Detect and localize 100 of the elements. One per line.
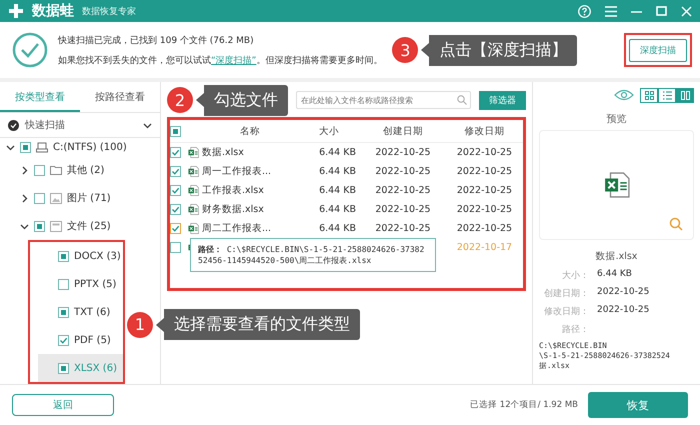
- callout: 勾选文件: [196, 84, 288, 116]
- tree-item[interactable]: C:(NTFS) (100): [0, 138, 160, 156]
- checkbox[interactable]: [58, 334, 69, 346]
- deep-scan-link[interactable]: “深度扫描”: [211, 56, 256, 66]
- detail-value: 6.44 KB: [597, 269, 633, 281]
- checkbox[interactable]: [170, 147, 181, 158]
- menu-icon[interactable]: [605, 6, 617, 16]
- step-number-badge: 3: [392, 37, 418, 63]
- help-icon[interactable]: [578, 4, 591, 18]
- checkbox[interactable]: [58, 250, 69, 262]
- detail-label: 创建日期：: [543, 288, 589, 300]
- checkbox[interactable]: [34, 164, 45, 176]
- file-size: 6.44 KB: [318, 223, 357, 234]
- checkbox[interactable]: [58, 306, 69, 318]
- spreadsheet-icon: [188, 204, 199, 215]
- checkbox[interactable]: [34, 220, 45, 232]
- tree-item[interactable]: TXT (6): [38, 298, 123, 326]
- detail-icon: [680, 90, 690, 100]
- file-size: 6.44 KB: [318, 185, 357, 196]
- file-name: 数据.xlsx: [202, 146, 245, 159]
- column-header[interactable]: 修改日期: [446, 124, 523, 138]
- app-name: 数据蛙: [32, 2, 74, 20]
- zoom-icon[interactable]: [669, 217, 683, 231]
- modified-date: 2022-10-25: [456, 147, 514, 158]
- check-circle-icon: [8, 120, 19, 130]
- drive-icon: [36, 142, 48, 152]
- tree-item[interactable]: 图片 (71): [14, 184, 160, 212]
- deep-scan-button[interactable]: 深度扫描: [629, 39, 687, 62]
- step-number-badge: 1: [127, 312, 153, 338]
- chevron-down-icon: [143, 120, 152, 130]
- checkbox[interactable]: [170, 126, 181, 136]
- detail-label: 路径：: [561, 324, 589, 336]
- modified-date: 2022-10-25: [456, 185, 514, 196]
- selection-summary: 已选择 12个项目/ 1.92 MB: [470, 399, 578, 411]
- checkbox[interactable]: [58, 362, 69, 374]
- spreadsheet-icon: [188, 185, 199, 196]
- image-icon: [50, 192, 62, 204]
- close-icon[interactable]: [681, 6, 692, 16]
- file-name: 周二工作报表...: [202, 222, 272, 235]
- callout: 选择需要查看的文件类型: [156, 309, 360, 340]
- detail-label: 大小：: [561, 270, 589, 282]
- scan-result-text: 快速扫描已完成，已找到 109 个文件 (76.2 MB): [58, 34, 255, 46]
- spreadsheet-icon: [188, 147, 199, 158]
- view-tab[interactable]: 按路径查看: [80, 82, 160, 112]
- scan-hint-text: 如果您找不到丢失的文件，您可以试试“深度扫描”。但深度扫描将需要更多时间。: [58, 54, 382, 66]
- list-view-button[interactable]: [658, 88, 676, 102]
- list-icon: [662, 90, 672, 100]
- grid-view-button[interactable]: [640, 88, 658, 102]
- scan-mode-dropdown[interactable]: 快速扫描: [0, 113, 160, 138]
- checkbox[interactable]: [34, 192, 45, 204]
- search-field[interactable]: 在此处输入文件名称或路径搜索: [296, 91, 471, 109]
- file-size: 6.44 KB: [318, 204, 357, 215]
- tree-item[interactable]: DOCX (3): [38, 242, 123, 270]
- detail-value: 2022-10-25: [597, 287, 650, 299]
- modified-date: 2022-10-25: [456, 204, 514, 215]
- created-date: 2022-10-25: [374, 185, 432, 196]
- maximize-icon[interactable]: [656, 6, 667, 16]
- column-header[interactable]: 大小: [298, 124, 360, 138]
- detail-view-button[interactable]: [676, 88, 694, 102]
- document-icon: [50, 220, 62, 232]
- detail-label: 修改日期：: [543, 306, 589, 318]
- check-circle-icon: [12, 32, 48, 68]
- checkbox[interactable]: [20, 142, 31, 152]
- file-name: 财务数据.xlsx: [202, 203, 265, 216]
- callout: 点击【深度扫描】: [421, 34, 578, 66]
- checkbox[interactable]: [170, 242, 181, 253]
- folder-icon: [50, 165, 62, 175]
- modified-date: 2022-10-25: [456, 166, 514, 177]
- checkbox[interactable]: [58, 278, 69, 290]
- chevron-right-icon[interactable]: [20, 194, 29, 202]
- app-subtitle: 数据恢复专家: [82, 6, 136, 18]
- tree-item[interactable]: 文件 (25): [14, 212, 160, 240]
- eye-icon[interactable]: [614, 89, 634, 101]
- tree-item[interactable]: 其他 (2): [14, 156, 160, 184]
- spreadsheet-icon: [188, 223, 199, 234]
- grid-icon: [644, 90, 654, 100]
- checkbox[interactable]: [170, 223, 181, 234]
- created-date: 2022-10-25: [374, 204, 432, 215]
- spreadsheet-icon: [188, 166, 199, 177]
- checkbox[interactable]: [170, 185, 181, 196]
- tree-item[interactable]: PDF (5): [38, 326, 123, 354]
- search-icon: [457, 95, 467, 105]
- column-header[interactable]: 创建日期: [360, 124, 446, 138]
- created-date: 2022-10-25: [374, 223, 432, 234]
- tree-item[interactable]: PPTX (5): [38, 270, 123, 298]
- detail-value: 2022-10-25: [597, 305, 650, 317]
- checkbox[interactable]: [170, 204, 181, 215]
- chevron-right-icon[interactable]: [20, 166, 29, 174]
- modified-date: 2022-10-17: [456, 242, 514, 253]
- chevron-down-icon[interactable]: [6, 142, 15, 152]
- created-date: 2022-10-25: [374, 147, 432, 158]
- preview-title: 预览: [606, 113, 628, 126]
- chevron-down-icon[interactable]: [20, 222, 29, 230]
- column-header[interactable]: 名称: [202, 124, 298, 138]
- view-tab[interactable]: 按类型查看: [0, 82, 80, 112]
- plus-logo-icon: [8, 3, 24, 19]
- modified-date: 2022-10-25: [456, 223, 514, 234]
- file-name: 工作报表.xlsx: [202, 184, 265, 197]
- checkbox[interactable]: [170, 166, 181, 177]
- created-date: 2022-10-25: [374, 166, 432, 177]
